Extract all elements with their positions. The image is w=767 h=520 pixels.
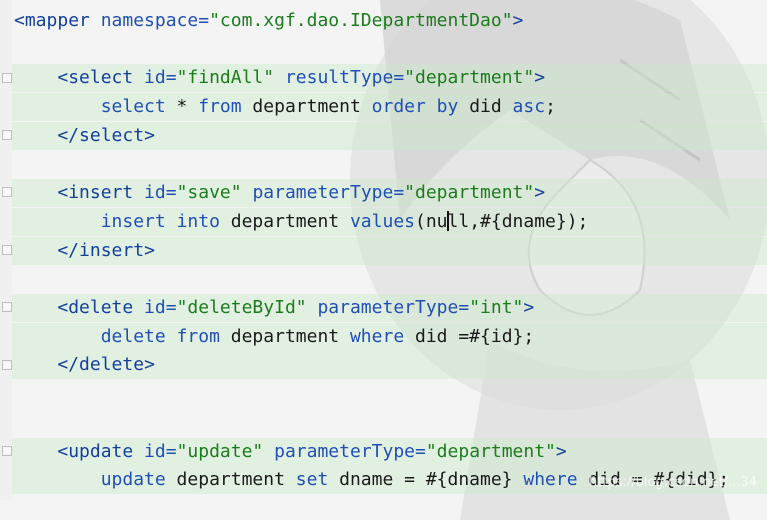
fold-marker-icon[interactable] [2, 73, 12, 83]
code-token: resultType= [274, 67, 405, 89]
code-token: id= [133, 297, 177, 318]
fold-marker-icon[interactable] [2, 360, 12, 370]
code-token: by [436, 96, 459, 118]
code-token: (nu [415, 210, 448, 232]
code-token: asc [512, 96, 546, 118]
code-token: "int" [469, 297, 524, 318]
code-token: > [144, 124, 155, 146]
code-token: insert [79, 239, 145, 261]
code-token: < [14, 182, 69, 204]
code-token: id= [133, 67, 177, 89]
code-line[interactable]: </select> [14, 122, 155, 150]
code-token: dname = #{dname} [328, 469, 524, 491]
code-token: "deleteById" [176, 297, 307, 318]
code-token: insert [68, 182, 134, 204]
code-line[interactable]: delete from department where did =#{id}; [14, 323, 535, 351]
code-token: "findAll" [176, 67, 275, 89]
code-token: mapper [24, 10, 90, 31]
code-token: > [555, 440, 567, 462]
code-token: insert [14, 210, 166, 232]
code-token: delete [68, 297, 134, 318]
code-token: "department" [404, 67, 535, 89]
code-line[interactable]: </insert> [14, 237, 155, 265]
code-token: did [458, 96, 513, 118]
code-token: select [14, 96, 166, 118]
code-token: * [165, 96, 199, 118]
fold-marker-icon[interactable] [2, 187, 12, 197]
fold-marker-icon[interactable] [2, 302, 12, 312]
code-token: from [198, 96, 242, 118]
code-token: < [14, 440, 69, 462]
code-token: where [523, 469, 578, 491]
code-token: parameterType= [241, 182, 405, 204]
code-token: did =#{id}; [404, 325, 535, 347]
fold-marker-icon[interactable] [2, 446, 12, 456]
code-token: id= [133, 182, 177, 204]
code-token: parameterType= [263, 440, 426, 462]
code-token: "update" [176, 440, 264, 462]
code-token: > [144, 239, 155, 261]
code-token: set [295, 469, 329, 491]
code-token: > [512, 10, 524, 31]
code-token: > [534, 182, 546, 204]
code-line[interactable]: <delete id="deleteById" parameterType="i… [14, 294, 534, 322]
code-editor[interactable]: <mapper namespace="com.xgf.dao.IDepartme… [14, 0, 767, 500]
code-token: </ [14, 354, 80, 376]
code-token: update [14, 469, 166, 491]
code-line[interactable]: select * from department order by did as… [14, 93, 556, 121]
code-token: > [144, 354, 155, 376]
code-token: "save" [176, 182, 242, 204]
code-token: < [14, 297, 69, 318]
code-token: where [349, 325, 405, 347]
code-token: select [68, 67, 134, 89]
code-token: select [79, 124, 145, 146]
code-token: </ [14, 124, 80, 146]
code-line[interactable]: <insert id="save" parameterType="departm… [14, 179, 545, 207]
code-token: ; [545, 96, 556, 118]
code-token: "department" [425, 440, 556, 462]
code-token: < [14, 10, 25, 31]
code-token: update [68, 440, 134, 462]
code-token: < [14, 67, 69, 89]
code-token: > [534, 67, 546, 89]
code-token: from [176, 325, 220, 347]
code-line[interactable]: insert into department values(null,#{dna… [14, 208, 588, 236]
code-token: ll,#{dname}); [447, 210, 589, 232]
editor-gutter [0, 0, 12, 500]
code-token: parameterType= [306, 297, 470, 318]
code-line[interactable]: <update id="update" parameterType="depar… [14, 438, 567, 466]
fold-marker-icon[interactable] [2, 130, 12, 140]
watermark: https://blog.csdn.net/...34 [589, 475, 757, 490]
code-token: > [523, 297, 535, 318]
code-token: order [371, 96, 426, 118]
code-line[interactable]: <mapper namespace="com.xgf.dao.IDepartme… [14, 7, 523, 35]
code-token: delete [79, 354, 145, 376]
code-token: into [176, 210, 220, 232]
code-token: values [349, 210, 415, 232]
code-token: department [165, 469, 296, 491]
code-line[interactable]: </delete> [14, 351, 155, 379]
code-token: </ [14, 239, 80, 261]
code-token: delete [14, 325, 166, 347]
code-token: "com.xgf.dao.IDepartmentDao" [209, 10, 513, 31]
code-token: department [241, 96, 372, 118]
code-token: department [219, 210, 350, 232]
code-token: namespace= [89, 10, 210, 31]
code-token: id= [133, 440, 177, 462]
code-token: department [219, 325, 350, 347]
fold-marker-icon[interactable] [2, 245, 12, 255]
code-line[interactable]: <select id="findAll" resultType="departm… [14, 64, 545, 92]
code-token: "department" [404, 182, 535, 204]
